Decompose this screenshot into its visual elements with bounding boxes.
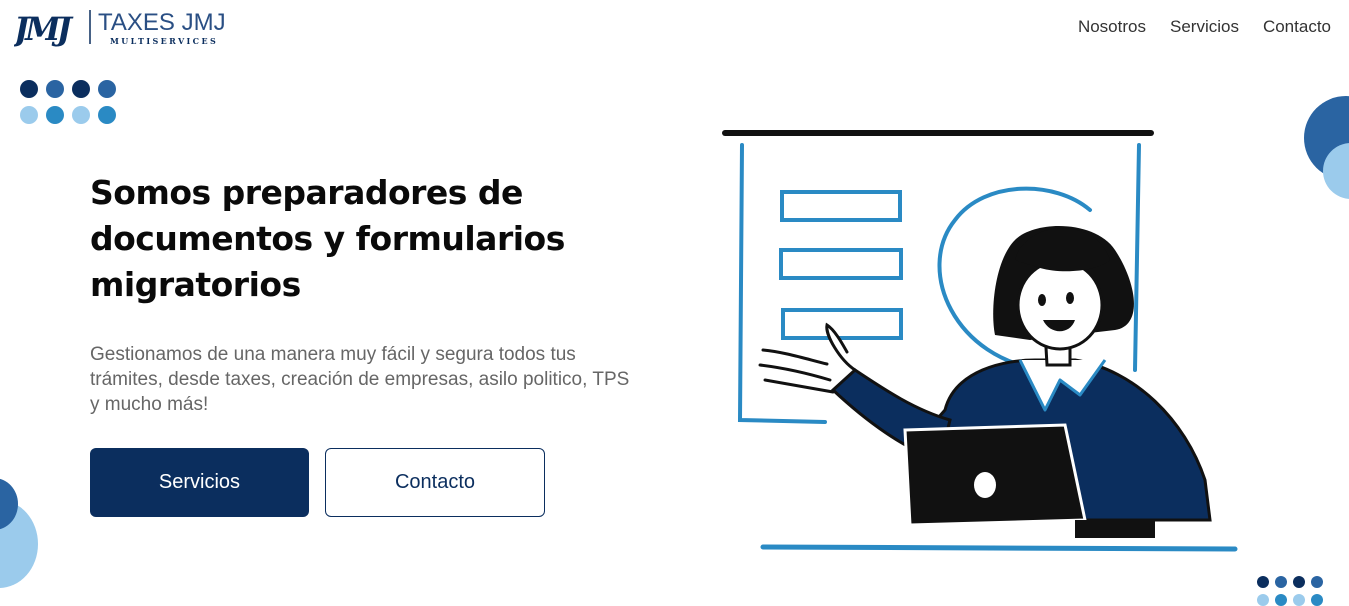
decorative-dots <box>20 80 116 124</box>
dot <box>72 106 90 124</box>
nav-link-nosotros[interactable]: Nosotros <box>1078 17 1146 37</box>
brand-monogram: JMJ <box>14 10 74 48</box>
dot <box>98 106 116 124</box>
dot <box>1257 594 1269 606</box>
dot <box>98 80 116 98</box>
dot <box>1257 576 1269 588</box>
servicios-button[interactable]: Servicios <box>90 448 309 517</box>
hero-title: Somos preparadores de documentos y formu… <box>90 173 565 304</box>
brand-tagline: MULTISERVICES <box>110 36 218 46</box>
dot <box>46 106 64 124</box>
dot <box>20 80 38 98</box>
presenter-with-laptop-illustration <box>715 120 1255 560</box>
brand-name: TAXES JMJ <box>98 9 226 36</box>
dot <box>46 80 64 98</box>
dot <box>1275 576 1287 588</box>
dot <box>1293 594 1305 606</box>
nav-link-servicios[interactable]: Servicios <box>1170 17 1239 37</box>
dot <box>1275 594 1287 606</box>
main-nav: Nosotros Servicios Contacto <box>1078 17 1331 37</box>
contacto-button[interactable]: Contacto <box>325 448 545 517</box>
dot <box>20 106 38 124</box>
decorative-dots-bottom <box>1257 576 1323 606</box>
brand-logo[interactable]: JMJ TAXES JMJ MULTISERVICES <box>14 8 254 48</box>
dot <box>1293 576 1305 588</box>
dot <box>1311 594 1323 606</box>
hero-description: Gestionamos de una manera muy fácil y se… <box>90 344 630 415</box>
nav-link-contacto[interactable]: Contacto <box>1263 17 1331 37</box>
dot <box>1311 576 1323 588</box>
dot <box>72 80 90 98</box>
